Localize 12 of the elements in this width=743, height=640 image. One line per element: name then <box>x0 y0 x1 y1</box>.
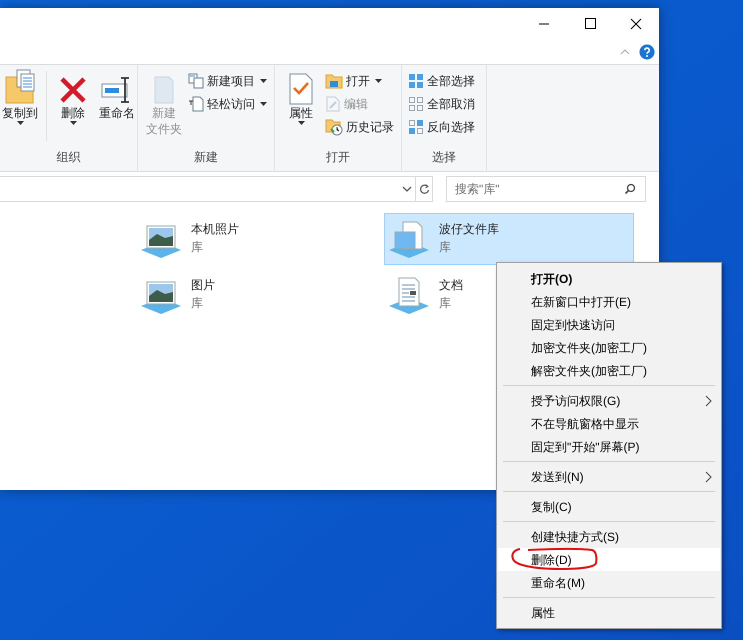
ribbon-group-label: 打开 <box>325 149 351 166</box>
ribbon-group-label: 组织 <box>56 149 82 166</box>
ribbon-group-label: 选择 <box>431 149 457 166</box>
library-type: 库 <box>439 295 452 312</box>
library-type: 库 <box>191 239 204 256</box>
ribbon-group-label: 新建 <box>193 149 219 166</box>
library-type: 库 <box>191 295 204 312</box>
library-name: 图片 <box>191 277 215 294</box>
library-type: 库 <box>439 239 452 256</box>
library-name: 本机照片 <box>191 221 239 238</box>
library-name: 波仔文件库 <box>439 221 499 238</box>
library-name: 文档 <box>439 277 463 294</box>
